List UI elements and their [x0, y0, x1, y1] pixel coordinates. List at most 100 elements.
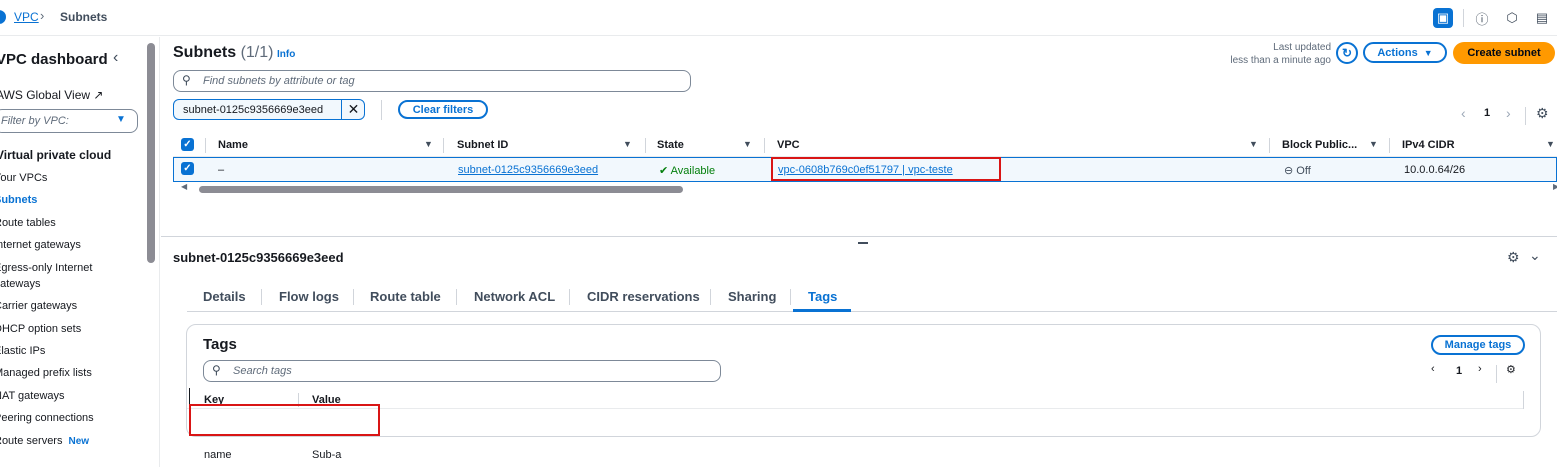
scroll-right-icon[interactable]: ▶ [1553, 182, 1557, 191]
column-header-ipv4-cidr[interactable]: IPv4 CIDR [1402, 139, 1455, 151]
tab-sharing[interactable]: Sharing [728, 289, 776, 304]
sidebar-item-elastic-ips[interactable]: Elastic IPs [0, 343, 45, 359]
tab-divider [456, 289, 457, 305]
chevron-down-icon[interactable]: ⌄ [1529, 247, 1541, 264]
scrollbar-thumb[interactable] [199, 186, 683, 193]
row-checkbox[interactable]: ✓ [181, 162, 194, 175]
column-divider [645, 138, 646, 153]
new-badge: New [68, 436, 90, 447]
tab-network-acl[interactable]: Network ACL [474, 289, 555, 304]
column-divider [1269, 138, 1270, 153]
tab-cidr-reservations[interactable]: CIDR reservations [587, 289, 700, 304]
details-tabs: Details Flow logs Route table Network AC… [187, 281, 1557, 312]
cell-subnet-id-link[interactable]: subnet-0125c9356669e3eed [458, 164, 598, 176]
sort-caret-icon[interactable]: ▼ [1249, 139, 1258, 149]
highlight-box [771, 157, 1001, 181]
pager-prev-icon[interactable]: ‹ [1461, 105, 1466, 121]
column-header-name[interactable]: Name [218, 139, 248, 151]
sort-caret-icon[interactable]: ▼ [424, 139, 433, 149]
sidebar-item-route-tables[interactable]: Route tables [0, 215, 56, 231]
pager-page-number[interactable]: 1 [1484, 107, 1490, 119]
tags-table-header: Key Value [187, 391, 1523, 409]
actions-button[interactable]: Actions ▼ [1363, 42, 1447, 63]
caret-down-icon: ▼ [116, 114, 126, 125]
sort-caret-icon[interactable]: ▼ [623, 139, 632, 149]
cell-state: ✔︎ Available [659, 165, 716, 177]
info-icon[interactable]: ⓘ [1472, 8, 1492, 28]
sidebar-title[interactable]: VPC dashboard [0, 51, 108, 68]
search-icon: ⚲ [212, 363, 221, 377]
sidebar-item-peering-connections[interactable]: Peering connections [0, 410, 94, 426]
last-updated-label: Last updated [1273, 42, 1331, 53]
pager-next-icon[interactable]: › [1478, 363, 1482, 375]
manage-tags-button[interactable]: Manage tags [1431, 335, 1525, 355]
service-logo-icon [0, 10, 6, 24]
sidebar-item-route-servers[interactable]: Route servers New [0, 433, 89, 450]
sidebar-global-view-link[interactable]: AWS Global View ↗ [0, 88, 103, 102]
pager-prev-icon[interactable]: ‹ [1431, 363, 1435, 375]
page-title: Subnets (1/1) [173, 44, 274, 61]
sort-caret-icon[interactable]: ▼ [1369, 139, 1378, 149]
sidebar-item-your-vpcs[interactable]: Your VPCs [0, 170, 47, 186]
subnet-search-input[interactable]: ⚲ Find subnets by attribute or tag [173, 70, 691, 92]
feedback-icon[interactable]: ▤ [1532, 8, 1552, 28]
split-panel-title: subnet-0125c9356669e3eed [173, 250, 344, 265]
tab-details[interactable]: Details [203, 289, 246, 304]
tag-pager-page-number[interactable]: 1 [1456, 365, 1462, 377]
divider [1463, 9, 1464, 27]
column-header-block-public[interactable]: Block Public... [1282, 139, 1357, 151]
sort-caret-icon[interactable]: ▼ [1546, 139, 1555, 149]
vpc-filter-placeholder: Filter by VPC: [1, 115, 69, 127]
scroll-left-icon[interactable]: ◀ [181, 182, 187, 191]
tab-tags[interactable]: Tags [808, 289, 837, 304]
tag-value-cell: Sub-a [312, 449, 342, 461]
table-settings-icon[interactable]: ⚙ [1536, 105, 1549, 122]
create-subnet-button[interactable]: Create subnet [1453, 42, 1555, 64]
tag-key-cell: name [204, 449, 232, 461]
filter-token-label: subnet-0125c9356669e3eed [183, 104, 324, 116]
sidebar-item-internet-gateways[interactable]: Internet gateways [0, 237, 81, 253]
horizontal-scrollbar[interactable]: ◀ ▶ [181, 182, 1557, 193]
pager-next-icon[interactable]: › [1506, 105, 1511, 121]
column-header-state[interactable]: State [657, 139, 684, 151]
breadcrumb-vpc-link[interactable]: VPC [14, 10, 39, 24]
sidebar-item-nat-gateways[interactable]: NAT gateways [0, 388, 65, 404]
sidebar-item-subnets[interactable]: Subnets [0, 192, 37, 208]
tag-search-input[interactable]: ⚲ Search tags [203, 360, 721, 382]
highlight-box [189, 404, 380, 436]
sidebar-item-dhcp-option-sets[interactable]: DHCP option sets [0, 321, 81, 337]
column-divider [1523, 391, 1524, 409]
tag-search-placeholder: Search tags [233, 365, 292, 377]
panel-settings-icon[interactable]: ⚙ [1507, 249, 1520, 266]
split-panel-toggle-icon[interactable]: ▣ [1433, 8, 1453, 28]
filter-token: subnet-0125c9356669e3eed ✕ [173, 99, 365, 120]
search-placeholder: Find subnets by attribute or tag [203, 75, 355, 87]
settings-hex-icon[interactable]: ⬡ [1502, 8, 1522, 28]
tab-flow-logs[interactable]: Flow logs [279, 289, 339, 304]
column-divider [764, 138, 765, 153]
clear-filters-button[interactable]: Clear filters [398, 100, 488, 119]
collapse-sidebar-icon[interactable]: ‹ [113, 49, 118, 67]
info-link[interactable]: Info [277, 49, 295, 60]
remove-filter-icon[interactable]: ✕ [341, 100, 365, 119]
sidebar-item-managed-prefix-lists[interactable]: Managed prefix lists [0, 365, 92, 381]
top-breadcrumb-bar: VPC › Subnets ▣ ⓘ ⬡ ▤ [0, 0, 1557, 36]
sidebar-item-egress-only-gateways[interactable]: Egress-only Internet gateways [0, 260, 104, 292]
tab-route-table[interactable]: Route table [370, 289, 441, 304]
cell-ipv4-cidr: 10.0.0.64/26 [1404, 164, 1466, 176]
sidebar-scrollbar[interactable] [147, 43, 155, 263]
vpc-filter-select[interactable]: Filter by VPC: ▼ [0, 109, 138, 133]
resize-handle-icon[interactable] [858, 242, 868, 244]
select-all-checkbox[interactable]: ✓ [181, 138, 194, 151]
tab-divider [569, 289, 570, 305]
tab-divider [261, 289, 262, 305]
sidebar-item-carrier-gateways[interactable]: Carrier gateways [0, 298, 77, 314]
refresh-icon: ↻ [1341, 46, 1353, 60]
column-header-vpc[interactable]: VPC [777, 139, 800, 151]
table-row[interactable]: ✓ – subnet-0125c9356669e3eed ✔︎ Availabl… [173, 157, 1557, 182]
sort-caret-icon[interactable]: ▼ [743, 139, 752, 149]
tags-settings-icon[interactable]: ⚙ [1506, 363, 1516, 376]
refresh-button[interactable]: ↻ [1336, 42, 1358, 64]
last-updated-value: less than a minute ago [1230, 55, 1331, 66]
column-header-subnet-id[interactable]: Subnet ID [457, 139, 508, 151]
